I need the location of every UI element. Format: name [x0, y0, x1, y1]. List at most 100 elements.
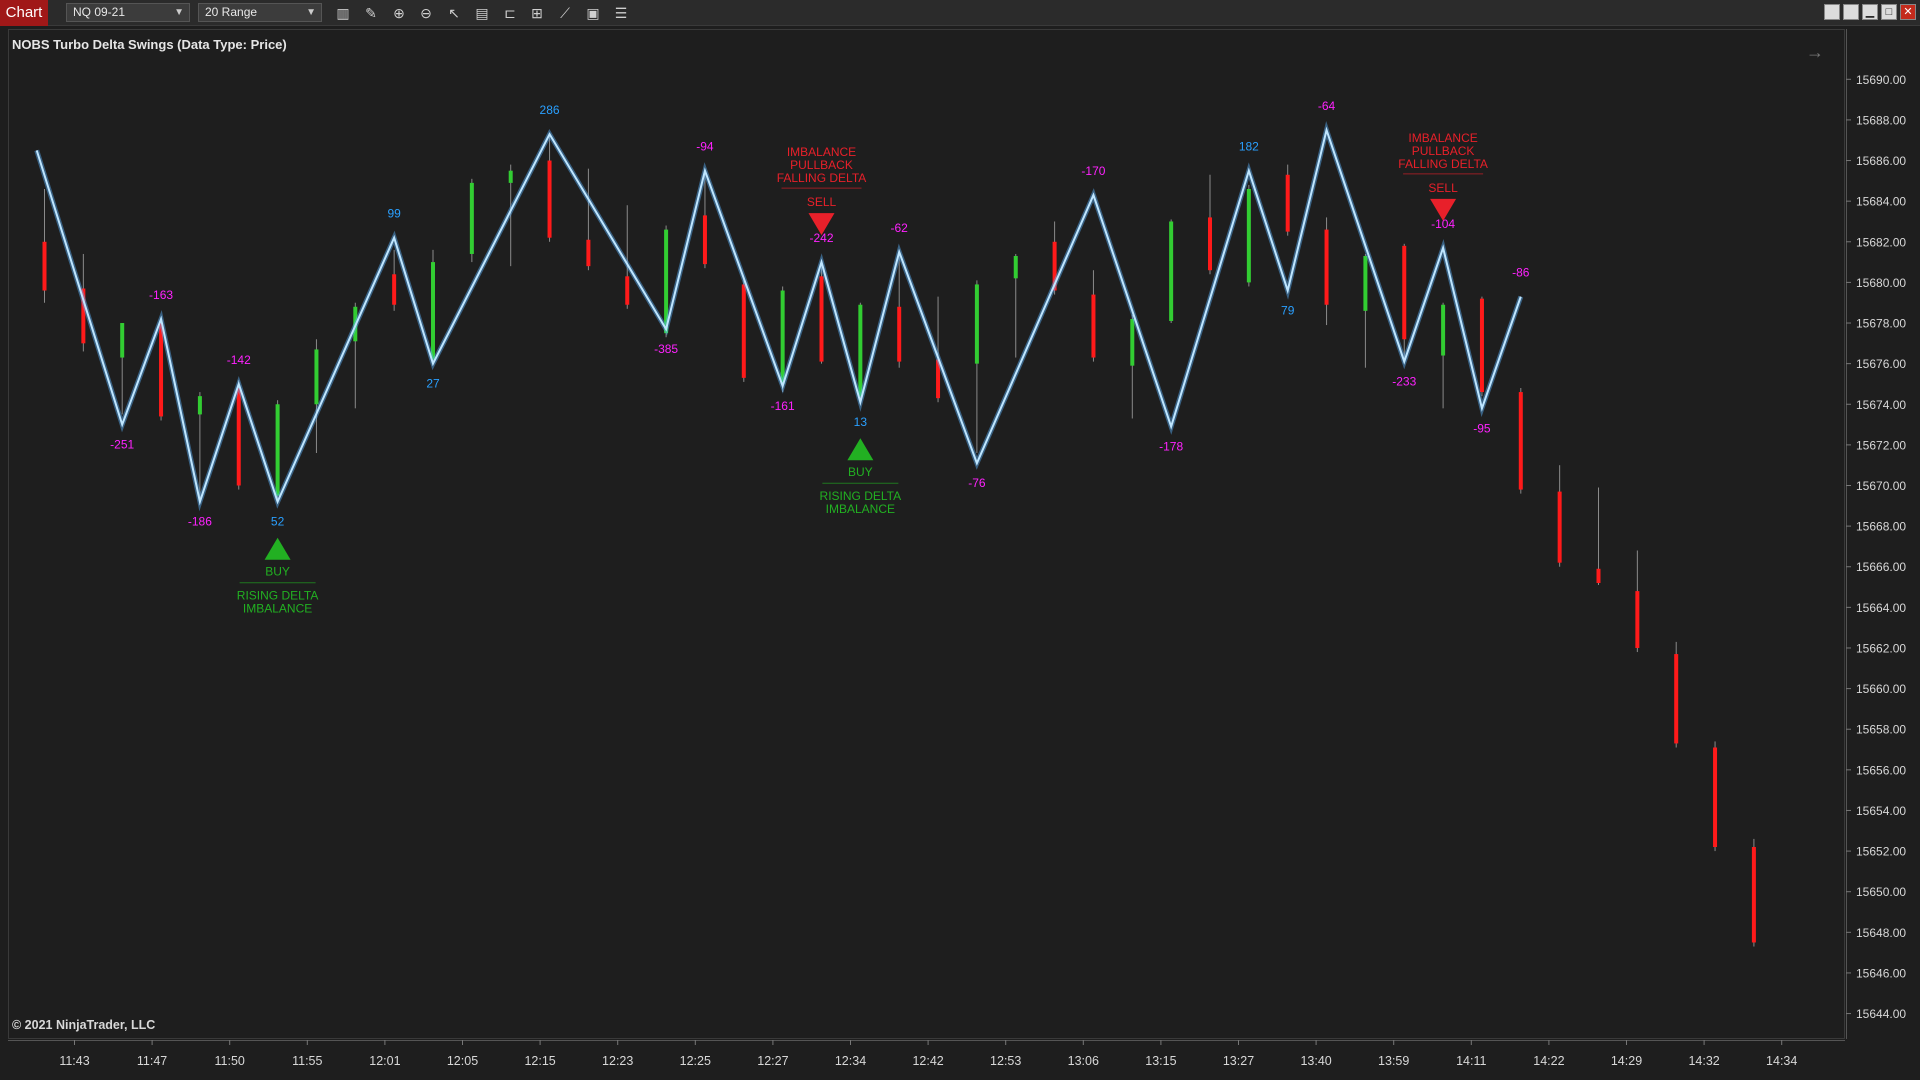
candle-up	[197, 396, 202, 415]
candle-up	[1441, 304, 1446, 356]
candle-down	[702, 215, 707, 265]
swing-delta-label: -163	[149, 288, 173, 302]
swing-delta-label: -161	[771, 399, 795, 413]
swing-delta-label: -64	[1318, 99, 1336, 113]
price-tick-label: 15682.00	[1856, 235, 1906, 249]
time-tick-label: 14:29	[1611, 1054, 1642, 1068]
price-tick-label: 15680.00	[1856, 276, 1906, 290]
buy-signal-label: BUY	[848, 465, 873, 479]
candle-down	[1402, 245, 1407, 340]
swing-delta-label: -94	[696, 140, 714, 154]
price-tick-label: 15676.00	[1856, 357, 1906, 371]
swing-delta-label: -142	[227, 353, 251, 367]
chart-plot: 15690.00 15688.00 15686.00 15684.00 15682.00…	[34, 73, 1906, 1068]
price-tick-label: 15650.00	[1856, 885, 1906, 899]
swing-delta-label: -186	[188, 515, 212, 529]
candle-down	[1091, 294, 1096, 358]
candle-down	[1557, 491, 1562, 563]
candle-down	[236, 388, 241, 486]
candle-down	[42, 241, 47, 291]
price-tick-label: 15646.00	[1856, 966, 1906, 980]
swing-delta-label: -62	[891, 221, 909, 235]
time-tick-label: 13:15	[1145, 1054, 1176, 1068]
candle-up	[314, 349, 319, 405]
candle-down	[1713, 747, 1718, 848]
candle-down	[392, 274, 397, 305]
swing-delta-label: -95	[1473, 421, 1491, 435]
time-tick-label: 13:27	[1223, 1054, 1254, 1068]
time-tick-label: 11:43	[59, 1054, 89, 1068]
candle-down	[741, 284, 746, 378]
swing-delta-label: -86	[1512, 266, 1530, 280]
buy-signal-label: BUY	[265, 565, 290, 579]
price-tick-label: 15688.00	[1856, 113, 1906, 127]
sell-signal-caption: IMBALANCE	[1408, 131, 1477, 145]
arrow-right-icon[interactable]: →	[1806, 42, 1824, 63]
time-tick-label: 13:59	[1378, 1054, 1409, 1068]
price-tick-label: 15690.00	[1856, 73, 1906, 87]
swing-delta-label: -385	[654, 342, 678, 356]
buy-signal-caption: RISING DELTA	[820, 489, 902, 503]
swing-delta-label: 52	[271, 515, 285, 529]
candle-down	[1635, 591, 1640, 648]
price-tick-label: 15670.00	[1856, 479, 1906, 493]
time-tick-label: 12:34	[835, 1054, 866, 1068]
sell-signal-caption: FALLING DELTA	[1398, 157, 1488, 171]
candle-up	[1130, 318, 1135, 366]
buy-signal-caption: IMBALANCE	[826, 502, 895, 516]
swing-delta-label: 79	[1281, 304, 1295, 318]
candle-up	[1246, 188, 1251, 283]
candle-up	[974, 284, 979, 364]
sell-signal-label: SELL	[1428, 181, 1458, 195]
price-tick-label: 15668.00	[1856, 520, 1906, 534]
price-tick-label: 15684.00	[1856, 195, 1906, 209]
swing-delta-label: -178	[1159, 440, 1183, 454]
time-tick-label: 12:25	[680, 1054, 711, 1068]
price-tick-label: 15678.00	[1856, 317, 1906, 331]
price-tick-label: 15656.00	[1856, 763, 1906, 777]
candle-down	[819, 276, 824, 362]
swing-delta-label: -170	[1081, 164, 1105, 178]
time-tick-label: 11:50	[215, 1054, 245, 1068]
time-tick-label: 14:32	[1688, 1054, 1719, 1068]
candle-up	[1013, 255, 1018, 279]
sell-signal-label: SELL	[807, 195, 837, 209]
candle-down	[1751, 847, 1756, 943]
candle-up	[1169, 221, 1174, 321]
sell-signal-caption: IMBALANCE	[787, 145, 856, 159]
candle-up	[858, 304, 863, 397]
time-tick-label: 14:11	[1456, 1054, 1486, 1068]
price-tick-label: 15666.00	[1856, 560, 1906, 574]
time-tick-label: 12:05	[447, 1054, 478, 1068]
time-tick-label: 13:06	[1068, 1054, 1099, 1068]
time-tick-label: 12:01	[369, 1054, 400, 1068]
candle-down	[1674, 654, 1679, 744]
swing-delta-label: 27	[426, 377, 440, 391]
buy-signal-caption: IMBALANCE	[243, 602, 312, 616]
time-tick-label: 14:22	[1533, 1054, 1564, 1068]
sell-signal-caption: FALLING DELTA	[777, 171, 867, 185]
sell-signal-caption: PULLBACK	[1412, 144, 1475, 158]
swing-delta-label: 286	[540, 103, 560, 117]
time-tick-label: 12:42	[912, 1054, 943, 1068]
price-tick-label: 15660.00	[1856, 682, 1906, 696]
chart-title: NOBS Turbo Delta Swings (Data Type: Pric…	[12, 37, 287, 52]
candle-down	[897, 306, 902, 362]
price-tick-label: 15674.00	[1856, 398, 1906, 412]
price-tick-label: 15658.00	[1856, 723, 1906, 737]
time-tick-label: 11:47	[137, 1054, 167, 1068]
candle-down	[1324, 229, 1329, 305]
time-tick-label: 12:53	[990, 1054, 1021, 1068]
time-tick-label: 12:27	[757, 1054, 788, 1068]
price-tick-label: 15644.00	[1856, 1007, 1906, 1021]
time-tick-label: 11:55	[292, 1054, 322, 1068]
candle-down	[1285, 174, 1290, 232]
price-tick-label: 15672.00	[1856, 438, 1906, 452]
time-tick-label: 12:15	[524, 1054, 555, 1068]
candle-up	[508, 170, 513, 183]
time-tick-label: 13:40	[1300, 1054, 1331, 1068]
price-tick-label: 15652.00	[1856, 845, 1906, 859]
swing-delta-label: 182	[1239, 140, 1259, 154]
candle-down	[1208, 217, 1212, 271]
candle-up	[431, 262, 435, 360]
